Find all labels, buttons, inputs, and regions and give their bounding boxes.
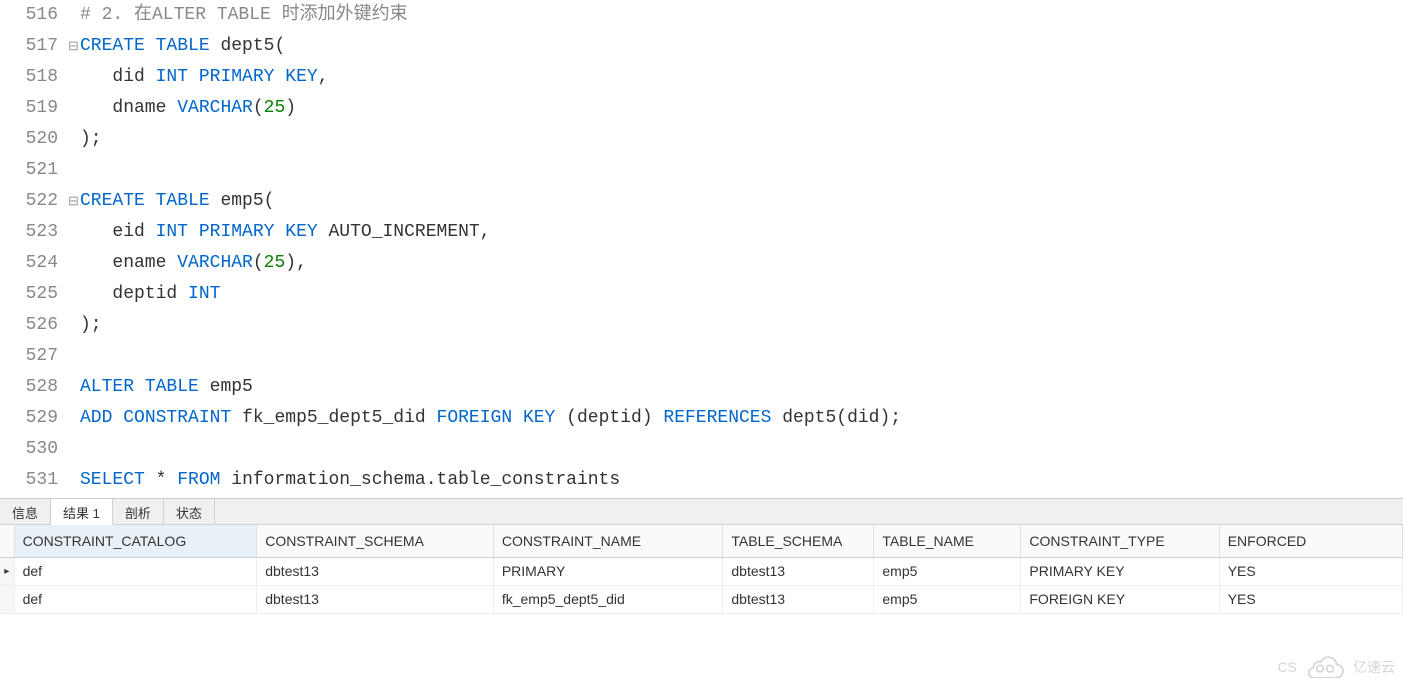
line-number: 521 [0,155,68,186]
line-number: 517 [0,31,68,62]
row-handle-header [0,525,14,557]
code-content[interactable]: ename VARCHAR(25), [80,248,307,279]
code-content[interactable]: SELECT * FROM information_schema.table_c… [80,465,620,496]
results-tabs: 信息结果 1剖析状态 [0,499,1403,525]
code-line[interactable]: 520); [0,124,1403,155]
code-line[interactable]: 517⊟CREATE TABLE dept5( [0,31,1403,62]
line-number: 519 [0,93,68,124]
tab-1[interactable]: 结果 1 [51,499,113,525]
watermark-text-left: CS [1278,659,1297,675]
code-content[interactable]: ); [80,310,102,341]
line-number: 520 [0,124,68,155]
code-line[interactable]: 527 [0,341,1403,372]
code-line[interactable]: 518 did INT PRIMARY KEY, [0,62,1403,93]
code-line[interactable]: 523 eid INT PRIMARY KEY AUTO_INCREMENT, [0,217,1403,248]
cell[interactable]: def [14,557,257,585]
line-number: 529 [0,403,68,434]
column-header[interactable]: TABLE_NAME [874,525,1021,557]
cell[interactable]: dbtest13 [257,557,494,585]
code-line[interactable]: 526); [0,310,1403,341]
tab-2[interactable]: 剖析 [113,499,164,524]
line-number: 528 [0,372,68,403]
code-content[interactable]: eid INT PRIMARY KEY AUTO_INCREMENT, [80,217,491,248]
watermark-brand: 亿速云 [1353,657,1395,677]
row-marker [0,585,14,613]
code-content[interactable]: # 2. 在ALTER TABLE 时添加外键约束 [80,0,408,31]
code-content[interactable]: CREATE TABLE emp5( [80,186,274,217]
line-number: 527 [0,341,68,372]
fold-gutter[interactable]: ⊟ [68,31,80,62]
cell[interactable]: emp5 [874,585,1021,613]
table-row[interactable]: defdbtest13fk_emp5_dept5_diddbtest13emp5… [0,585,1403,613]
code-content[interactable]: ADD CONSTRAINT fk_emp5_dept5_did FOREIGN… [80,403,901,434]
cloud-icon [1305,656,1345,678]
code-editor[interactable]: 516# 2. 在ALTER TABLE 时添加外键约束517⊟CREATE T… [0,0,1403,499]
cell[interactable]: emp5 [874,557,1021,585]
column-header[interactable]: TABLE_SCHEMA [723,525,874,557]
code-line[interactable]: 529 ADD CONSTRAINT fk_emp5_dept5_did FORE… [0,403,1403,434]
code-content[interactable]: ); [80,124,102,155]
code-content[interactable]: dname VARCHAR(25) [80,93,296,124]
code-content[interactable]: ALTER TABLE emp5 [80,372,253,403]
fold-gutter[interactable]: ⊟ [68,186,80,217]
code-line[interactable]: 519 dname VARCHAR(25) [0,93,1403,124]
line-number: 530 [0,434,68,465]
cell[interactable]: YES [1219,557,1402,585]
line-number: 531 [0,465,68,496]
tab-0[interactable]: 信息 [0,499,51,524]
cell[interactable]: dbtest13 [257,585,494,613]
code-line[interactable]: 516 # 2. 在ALTER TABLE 时添加外键约束 [0,0,1403,31]
table-row[interactable]: ▸defdbtest13PRIMARYdbtest13emp5PRIMARY K… [0,557,1403,585]
code-line[interactable]: 530 [0,434,1403,465]
line-number: 518 [0,62,68,93]
code-content[interactable]: CREATE TABLE dept5( [80,31,285,62]
column-header[interactable]: ENFORCED [1219,525,1402,557]
cell[interactable]: YES [1219,585,1402,613]
cell[interactable]: def [14,585,257,613]
tab-3[interactable]: 状态 [164,499,215,524]
line-number: 522 [0,186,68,217]
cell[interactable]: FOREIGN KEY [1021,585,1219,613]
code-line[interactable]: 522⊟CREATE TABLE emp5( [0,186,1403,217]
code-line[interactable]: 524 ename VARCHAR(25), [0,248,1403,279]
line-number: 525 [0,279,68,310]
cell[interactable]: fk_emp5_dept5_did [493,585,723,613]
column-header[interactable]: CONSTRAINT_CATALOG [14,525,257,557]
code-content[interactable]: did INT PRIMARY KEY, [80,62,329,93]
code-line[interactable]: 528 ALTER TABLE emp5 [0,372,1403,403]
code-line[interactable]: 525 deptid INT [0,279,1403,310]
code-line[interactable]: 531 SELECT * FROM information_schema.tabl… [0,465,1403,496]
line-number: 524 [0,248,68,279]
cell[interactable]: PRIMARY [493,557,723,585]
line-number: 526 [0,310,68,341]
cell[interactable]: dbtest13 [723,557,874,585]
cell[interactable]: dbtest13 [723,585,874,613]
cell[interactable]: PRIMARY KEY [1021,557,1219,585]
line-number: 516 [0,0,68,31]
column-header[interactable]: CONSTRAINT_SCHEMA [257,525,494,557]
results-table[interactable]: CONSTRAINT_CATALOGCONSTRAINT_SCHEMACONST… [0,525,1403,614]
code-line[interactable]: 521 [0,155,1403,186]
watermark: CS 亿速云 [1278,656,1395,678]
row-marker: ▸ [0,557,14,585]
code-content[interactable]: deptid INT [80,279,220,310]
line-number: 523 [0,217,68,248]
column-header[interactable]: CONSTRAINT_TYPE [1021,525,1219,557]
column-header[interactable]: CONSTRAINT_NAME [493,525,723,557]
